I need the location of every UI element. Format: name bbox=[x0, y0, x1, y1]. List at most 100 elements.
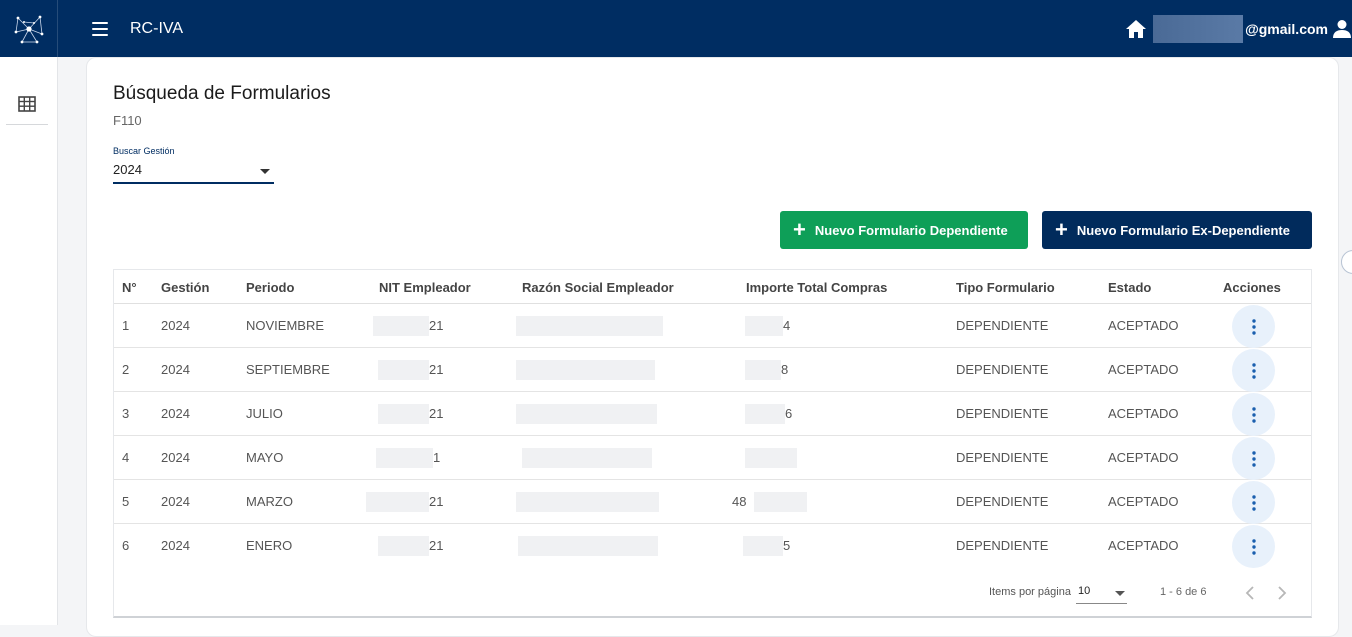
table-row: 4 2024 MAYO 1 DEPENDIENTE ACEPTADO bbox=[114, 436, 1311, 480]
more-vert-icon bbox=[1251, 362, 1256, 379]
row-tipo: DEPENDIENTE bbox=[956, 318, 1049, 333]
main-card: Búsqueda de Formularios F110 Buscar Gest… bbox=[86, 57, 1339, 637]
plus-icon: + bbox=[1055, 217, 1068, 242]
column-header: Razón Social Empleador bbox=[522, 280, 674, 295]
table-row: 1 2024 NOVIEMBRE 21 4 DEPENDIENTE ACEPTA… bbox=[114, 304, 1311, 348]
row-actions-button[interactable] bbox=[1232, 481, 1275, 524]
row-tipo: DEPENDIENTE bbox=[956, 494, 1049, 509]
nit-redacted bbox=[376, 448, 433, 468]
gestion-select-value: 2024 bbox=[113, 162, 142, 177]
row-gestion: 2024 bbox=[161, 318, 190, 333]
column-header: Estado bbox=[1108, 280, 1152, 295]
email-redacted bbox=[1153, 14, 1244, 43]
nit-redacted bbox=[378, 360, 429, 380]
row-actions-button[interactable] bbox=[1232, 525, 1275, 568]
row-importe-visible: 5 bbox=[783, 538, 791, 553]
grid-table-icon bbox=[18, 95, 36, 112]
amount-redacted bbox=[745, 448, 797, 468]
row-nit-visible: 21 bbox=[429, 494, 444, 509]
items-per-page-label: Items por página bbox=[989, 586, 1071, 598]
row-tipo: DEPENDIENTE bbox=[956, 406, 1049, 421]
row-actions-button[interactable] bbox=[1232, 393, 1275, 436]
row-nit-visible: 21 bbox=[429, 406, 444, 421]
hamburger-menu-icon[interactable] bbox=[92, 21, 108, 36]
user-area: @gmail.com bbox=[1125, 0, 1352, 57]
amount-redacted bbox=[745, 404, 785, 424]
row-number: 5 bbox=[122, 494, 130, 509]
row-importe-visible: 6 bbox=[785, 406, 793, 421]
row-estado: ACEPTADO bbox=[1108, 406, 1179, 421]
row-gestion: 2024 bbox=[161, 450, 190, 465]
row-nit-visible: 1 bbox=[433, 450, 441, 465]
amount-redacted bbox=[754, 492, 807, 512]
row-actions-button[interactable] bbox=[1232, 349, 1275, 392]
page-title: Búsqueda de Formularios bbox=[113, 83, 331, 104]
table-row: 6 2024 ENERO 21 5 DEPENDIENTE ACEPTADO bbox=[114, 524, 1311, 568]
row-estado: ACEPTADO bbox=[1108, 362, 1179, 377]
amount-redacted bbox=[745, 360, 781, 380]
page-range-label: 1 - 6 de 6 bbox=[1160, 586, 1207, 598]
network-logo-icon bbox=[14, 15, 43, 43]
more-vert-icon bbox=[1251, 538, 1256, 555]
row-gestion: 2024 bbox=[161, 494, 190, 509]
row-periodo: SEPTIEMBRE bbox=[246, 362, 330, 377]
user-email[interactable]: @gmail.com bbox=[1245, 21, 1328, 37]
side-panel-toggle[interactable] bbox=[1341, 250, 1352, 274]
column-header: Importe Total Compras bbox=[746, 280, 888, 295]
table-row: 3 2024 JULIO 21 6 DEPENDIENTE ACEPTADO bbox=[114, 392, 1311, 436]
forms-table: N° Gestión Periodo NIT Empleador Razón S… bbox=[113, 269, 1312, 618]
column-header: Gestión bbox=[161, 280, 210, 295]
page-size-select[interactable]: 10 bbox=[1076, 584, 1127, 604]
nit-redacted bbox=[378, 536, 429, 556]
nit-redacted bbox=[378, 404, 429, 424]
nit-redacted bbox=[373, 316, 429, 336]
business-name-redacted bbox=[522, 448, 652, 468]
row-nit-visible: 21 bbox=[429, 318, 444, 333]
more-vert-icon bbox=[1251, 318, 1256, 335]
amount-redacted bbox=[743, 536, 783, 556]
row-number: 2 bbox=[122, 362, 130, 377]
gestion-select[interactable]: 2024 bbox=[113, 160, 274, 184]
row-actions-button[interactable] bbox=[1232, 305, 1275, 348]
column-header: N° bbox=[122, 280, 137, 295]
chevron-right-icon[interactable] bbox=[1276, 584, 1288, 602]
row-periodo: MARZO bbox=[246, 494, 293, 509]
business-name-redacted bbox=[518, 536, 658, 556]
row-number: 6 bbox=[122, 538, 130, 553]
app-title: RC-IVA bbox=[130, 19, 184, 37]
row-importe-visible: 4 bbox=[783, 318, 791, 333]
table-header: N° Gestión Periodo NIT Empleador Razón S… bbox=[114, 270, 1311, 304]
row-periodo: ENERO bbox=[246, 538, 293, 553]
row-gestion: 2024 bbox=[161, 406, 190, 421]
user-icon[interactable] bbox=[1332, 19, 1352, 39]
sidebar-item-forms[interactable] bbox=[6, 83, 48, 125]
more-vert-icon bbox=[1251, 406, 1256, 423]
row-nit-visible: 21 bbox=[429, 362, 444, 377]
sidebar bbox=[0, 57, 58, 625]
row-estado: ACEPTADO bbox=[1108, 538, 1179, 553]
row-tipo: DEPENDIENTE bbox=[956, 450, 1049, 465]
new-dependent-form-button[interactable]: + Nuevo Formulario Dependiente bbox=[780, 211, 1028, 249]
logo[interactable] bbox=[0, 0, 58, 57]
row-periodo: JULIO bbox=[246, 406, 283, 421]
caret-down-icon bbox=[260, 169, 270, 174]
table-row: 5 2024 MARZO 21 48 DEPENDIENTE ACEPTADO bbox=[114, 480, 1311, 524]
row-actions-button[interactable] bbox=[1232, 437, 1275, 480]
row-number: 3 bbox=[122, 406, 130, 421]
amount-redacted bbox=[745, 316, 783, 336]
chevron-left-icon[interactable] bbox=[1244, 584, 1256, 602]
row-estado: ACEPTADO bbox=[1108, 450, 1179, 465]
more-vert-icon bbox=[1251, 450, 1256, 467]
new-ex-dependent-form-button[interactable]: + Nuevo Formulario Ex-Dependiente bbox=[1042, 211, 1312, 249]
row-periodo: MAYO bbox=[246, 450, 284, 465]
row-gestion: 2024 bbox=[161, 362, 190, 377]
business-name-redacted bbox=[516, 404, 657, 424]
paginator: Items por página 10 1 - 6 de 6 bbox=[114, 578, 1311, 618]
column-header: Periodo bbox=[246, 280, 295, 295]
column-header: Tipo Formulario bbox=[956, 280, 1055, 295]
caret-down-icon bbox=[1115, 591, 1125, 596]
column-header: NIT Empleador bbox=[379, 280, 471, 295]
home-icon[interactable] bbox=[1125, 19, 1147, 39]
top-bar: RC-IVA @gmail.com bbox=[0, 0, 1352, 57]
column-header: Acciones bbox=[1223, 280, 1281, 295]
